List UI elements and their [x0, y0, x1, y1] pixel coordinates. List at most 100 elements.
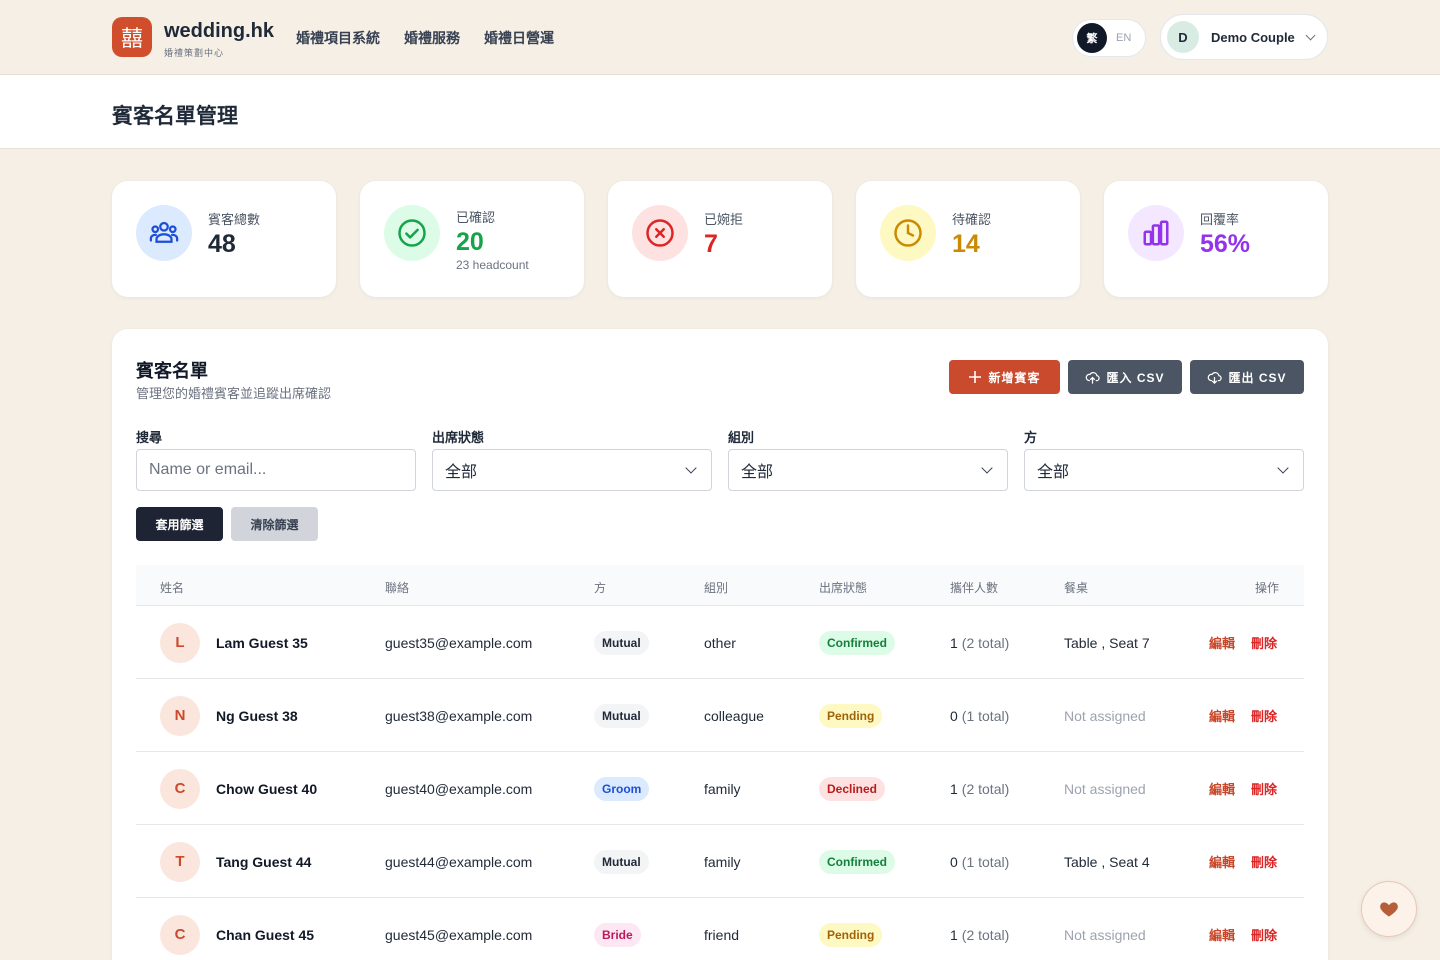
stat-value: 48 [208, 230, 236, 258]
guest-avatar: C [160, 914, 200, 955]
col-header-contact: 聯絡 [385, 581, 410, 595]
user-menu[interactable]: D Demo Couple [1160, 14, 1328, 60]
apply-filters-button[interactable]: 套用篩選 [136, 507, 223, 541]
brand[interactable]: wedding.hk 婚禮策劃中心 [164, 20, 274, 59]
guest-name-cell: C Chow Guest 40 [160, 752, 317, 825]
side-cell: Bride [594, 898, 641, 960]
export-csv-button[interactable]: 匯出 CSV [1190, 360, 1304, 394]
table-row: L Lam Guest 35 guest35@example.com Mutual ot… [136, 606, 1304, 679]
guest-group: colleague [704, 707, 764, 724]
table-row: C Chan Guest 45 guest45@example.com Bride fr… [136, 898, 1304, 960]
edit-link[interactable]: 編輯 [1209, 633, 1235, 652]
stat-label: 回覆率 [1200, 212, 1240, 227]
stat-label: 賓客總數 [208, 212, 261, 227]
search-input[interactable] [149, 461, 399, 479]
stat-card-confirmed: 已確認 20 23 headcount [360, 181, 584, 297]
delete-link[interactable]: 刪除 [1251, 925, 1277, 944]
table-seat: Table , Seat 4 [1064, 853, 1150, 870]
status-cell: Declined [819, 752, 886, 825]
nav-item-projects[interactable]: 婚禮項目系統 [296, 28, 380, 48]
table-seat: Not assigned [1064, 707, 1146, 724]
actions-cell: 編輯 刪除 [1209, 606, 1293, 679]
status-filter-label: 出席狀態 [432, 430, 485, 445]
add-guest-button[interactable]: 新增賓客 [949, 360, 1060, 394]
guest-email: guest40@example.com [385, 780, 533, 797]
side-cell: Mutual [594, 606, 649, 679]
side-badge: Bride [594, 922, 641, 947]
status-badge: Confirmed [819, 630, 895, 655]
table-row: T Tang Guest 44 guest44@example.com Mutual f… [136, 825, 1304, 898]
guest-group: friend [704, 926, 740, 943]
language-toggle[interactable]: 繁 EN [1072, 19, 1146, 57]
side-cell: Groom [594, 752, 650, 825]
plus-ones-cell: 1 (2 total) [950, 898, 1009, 960]
guest-avatar: L [160, 622, 200, 663]
status-badge: Pending [819, 922, 883, 947]
chevron-down-icon [685, 462, 697, 474]
import-csv-button[interactable]: 匯入 CSV [1068, 360, 1182, 394]
floating-help-button[interactable] [1361, 881, 1417, 937]
status-select[interactable]: 全部 [432, 449, 712, 491]
bar-chart-icon [1128, 205, 1184, 261]
side-select[interactable]: 全部 [1024, 449, 1304, 491]
lang-zh-option[interactable]: 繁 [1077, 23, 1107, 53]
export-csv-label: 匯出 CSV [1228, 370, 1287, 385]
delete-link[interactable]: 刪除 [1251, 852, 1277, 871]
guest-name-cell: L Lam Guest 35 [160, 606, 308, 679]
edit-link[interactable]: 編輯 [1209, 852, 1235, 871]
group-select[interactable]: 全部 [728, 449, 1008, 491]
plus-ones-count: 1 [950, 780, 958, 797]
total-count: (1 total) [961, 853, 1010, 870]
col-header-group: 組別 [704, 581, 729, 595]
page-header: 賓客名單管理 [0, 75, 1440, 149]
delete-link[interactable]: 刪除 [1251, 706, 1277, 725]
total-count: (2 total) [961, 634, 1010, 651]
import-csv-label: 匯入 CSV [1106, 370, 1165, 385]
guest-name-cell: N Ng Guest 38 [160, 679, 298, 752]
plus-ones-count: 0 [950, 853, 958, 870]
clear-filters-button[interactable]: 清除篩選 [231, 507, 318, 541]
total-count: (1 total) [961, 707, 1010, 724]
edit-link[interactable]: 編輯 [1209, 779, 1235, 798]
plus-ones-cell: 0 (1 total) [950, 679, 1009, 752]
col-header-name: 姓名 [160, 581, 185, 595]
guest-email: guest45@example.com [385, 926, 533, 943]
nav-item-operations[interactable]: 婚禮日營運 [484, 28, 554, 48]
nav-item-services[interactable]: 婚禮服務 [404, 28, 460, 48]
side-badge: Groom [594, 776, 650, 801]
actions-cell: 編輯 刪除 [1209, 752, 1293, 825]
side-badge: Mutual [594, 849, 649, 874]
stat-label: 已婉拒 [704, 212, 744, 227]
lang-en-option[interactable]: EN [1116, 32, 1131, 44]
guest-avatar: T [160, 841, 200, 882]
stat-card-declined: 已婉拒 7 [608, 181, 832, 297]
cloud-upload-icon [1086, 371, 1101, 384]
table-header: 姓名 聯絡 方 組別 出席狀態 攜伴人數 餐桌 操作 [136, 565, 1304, 606]
edit-link[interactable]: 編輯 [1209, 925, 1235, 944]
guest-email: guest35@example.com [385, 634, 533, 651]
table-row: C Chow Guest 40 guest40@example.com Groom fa… [136, 752, 1304, 825]
plus-ones-count: 1 [950, 926, 958, 943]
edit-link[interactable]: 編輯 [1209, 706, 1235, 725]
guest-name[interactable]: Chow Guest 40 [216, 781, 317, 797]
delete-link[interactable]: 刪除 [1251, 779, 1277, 798]
guest-name[interactable]: Lam Guest 35 [216, 635, 308, 651]
status-badge: Pending [819, 703, 883, 728]
main-nav: 婚禮項目系統 婚禮服務 婚禮日營運 [296, 28, 554, 48]
logo-icon[interactable]: 囍 [112, 17, 152, 57]
status-cell: Confirmed [819, 825, 895, 898]
guest-name[interactable]: Ng Guest 38 [216, 708, 298, 724]
users-icon [136, 205, 192, 261]
guest-name[interactable]: Tang Guest 44 [216, 854, 311, 870]
table-row: N Ng Guest 38 guest38@example.com Mutual col… [136, 679, 1304, 752]
status-badge: Confirmed [819, 849, 895, 874]
side-filter-label: 方 [1024, 430, 1038, 445]
guest-name[interactable]: Chan Guest 45 [216, 927, 314, 943]
chevron-down-icon [1277, 462, 1289, 474]
guest-email: guest44@example.com [385, 853, 533, 870]
status-cell: Pending [819, 679, 883, 752]
stat-label: 已確認 [456, 210, 496, 225]
avatar: D [1167, 21, 1199, 53]
delete-link[interactable]: 刪除 [1251, 633, 1277, 652]
guest-group: other [704, 634, 736, 651]
